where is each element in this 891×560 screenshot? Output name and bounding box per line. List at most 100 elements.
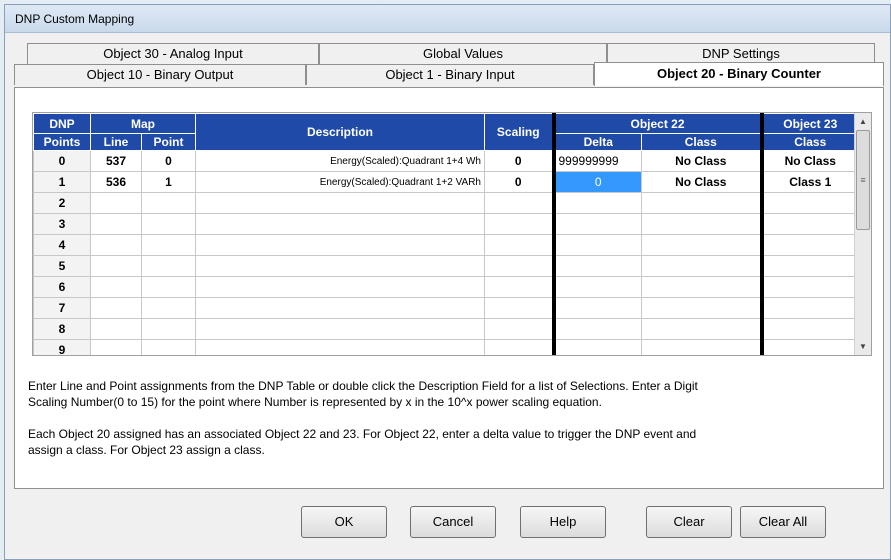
table-row[interactable]: 2	[33, 192, 858, 214]
description-cell[interactable]	[195, 318, 485, 340]
description-cell[interactable]: Energy(Scaled):Quadrant 1+2 VARh	[195, 171, 485, 193]
class-23-cell[interactable]	[761, 234, 858, 256]
tab-dnp-settings[interactable]: DNP Settings	[607, 43, 875, 64]
description-cell[interactable]	[195, 255, 485, 277]
scaling-cell[interactable]	[484, 276, 554, 298]
point-cell[interactable]	[141, 276, 196, 298]
tab-object-20-binary-counter[interactable]: Object 20 - Binary Counter	[594, 62, 884, 86]
table-row[interactable]: 6	[33, 276, 858, 298]
class-22-cell[interactable]	[641, 276, 764, 298]
class-22-cell[interactable]	[641, 213, 764, 235]
table-row[interactable]: 5	[33, 255, 858, 277]
mapping-grid[interactable]: DNP Map Description Scaling Object 22 Ob…	[32, 112, 872, 356]
point-cell[interactable]	[141, 255, 196, 277]
delta-cell[interactable]	[551, 318, 642, 340]
table-row[interactable]: 7	[33, 297, 858, 319]
help-button[interactable]: Help	[520, 506, 606, 538]
clear-all-button[interactable]: Clear All	[740, 506, 826, 538]
description-cell[interactable]	[195, 234, 485, 256]
point-cell[interactable]	[141, 297, 196, 319]
grid-vertical-scrollbar[interactable]: ▲ ≡ ▼	[854, 113, 871, 355]
class-23-cell[interactable]	[761, 297, 858, 319]
table-row[interactable]: 1 536 1 Energy(Scaled):Quadrant 1+2 VARh 0 0 N…	[33, 171, 858, 193]
scaling-cell[interactable]	[484, 192, 554, 214]
description-cell[interactable]	[195, 276, 485, 298]
line-cell[interactable]	[90, 234, 142, 256]
scaling-cell[interactable]	[484, 339, 554, 355]
tab-object-10-binary-output[interactable]: Object 10 - Binary Output	[14, 64, 306, 85]
delta-cell[interactable]: 999999999	[551, 150, 642, 172]
scaling-cell[interactable]	[484, 234, 554, 256]
class-22-cell[interactable]	[641, 234, 764, 256]
class-22-cell[interactable]: No Class	[641, 150, 764, 172]
point-cell[interactable]: 1	[141, 171, 196, 193]
scroll-up-icon[interactable]: ▲	[855, 113, 871, 130]
scroll-thumb[interactable]: ≡	[856, 130, 870, 230]
ok-button[interactable]: OK	[301, 506, 387, 538]
description-cell[interactable]	[195, 339, 485, 355]
scaling-cell[interactable]	[484, 318, 554, 340]
class-22-cell[interactable]	[641, 255, 764, 277]
point-cell[interactable]: 0	[141, 150, 196, 172]
class-22-cell[interactable]	[641, 318, 764, 340]
description-cell[interactable]	[195, 297, 485, 319]
instructions-line-1: Enter Line and Point assignments from th…	[28, 379, 698, 393]
title-bar[interactable]: DNP Custom Mapping	[5, 5, 890, 33]
class-23-cell[interactable]	[761, 213, 858, 235]
point-cell[interactable]	[141, 339, 196, 355]
scaling-cell[interactable]	[484, 255, 554, 277]
table-row[interactable]: 9	[33, 339, 858, 355]
delta-cell[interactable]	[551, 339, 642, 355]
table-row[interactable]: 3	[33, 213, 858, 235]
delta-cell[interactable]	[551, 234, 642, 256]
class-22-cell[interactable]	[641, 192, 764, 214]
class-23-cell[interactable]	[761, 192, 858, 214]
class-23-cell[interactable]	[761, 255, 858, 277]
description-cell[interactable]	[195, 192, 485, 214]
line-cell[interactable]	[90, 276, 142, 298]
description-cell[interactable]	[195, 213, 485, 235]
point-cell[interactable]	[141, 318, 196, 340]
class-23-cell[interactable]	[761, 276, 858, 298]
table-row[interactable]: 0 537 0 Energy(Scaled):Quadrant 1+4 Wh 0 9999…	[33, 150, 858, 172]
delta-cell[interactable]	[551, 276, 642, 298]
point-cell[interactable]	[141, 234, 196, 256]
scaling-cell[interactable]: 0	[484, 171, 554, 193]
delta-cell[interactable]	[551, 192, 642, 214]
line-cell[interactable]: 537	[90, 150, 142, 172]
class-23-cell[interactable]: Class 1	[761, 171, 858, 193]
class-23-cell[interactable]: No Class	[761, 150, 858, 172]
point-cell[interactable]	[141, 213, 196, 235]
scaling-cell[interactable]	[484, 297, 554, 319]
tab-object-30-analog-input[interactable]: Object 30 - Analog Input	[27, 43, 319, 64]
scaling-cell[interactable]	[484, 213, 554, 235]
delta-cell[interactable]	[551, 297, 642, 319]
table-row[interactable]: 4	[33, 234, 858, 256]
line-cell[interactable]	[90, 318, 142, 340]
line-cell[interactable]	[90, 192, 142, 214]
description-cell[interactable]: Energy(Scaled):Quadrant 1+4 Wh	[195, 150, 485, 172]
line-cell[interactable]: 536	[90, 171, 142, 193]
table-row[interactable]: 8	[33, 318, 858, 340]
scaling-cell[interactable]: 0	[484, 150, 554, 172]
clear-button[interactable]: Clear	[646, 506, 732, 538]
line-cell[interactable]	[90, 255, 142, 277]
delta-cell[interactable]: 0	[551, 171, 642, 193]
scroll-down-icon[interactable]: ▼	[855, 338, 871, 355]
class-23-cell[interactable]	[761, 318, 858, 340]
tab-global-values[interactable]: Global Values	[319, 43, 607, 64]
class-23-cell[interactable]	[761, 339, 858, 355]
tab-object-1-binary-input[interactable]: Object 1 - Binary Input	[306, 64, 594, 85]
header-dnp: DNP	[33, 113, 91, 134]
delta-cell[interactable]	[551, 213, 642, 235]
class-22-cell[interactable]	[641, 297, 764, 319]
point-cell[interactable]	[141, 192, 196, 214]
delta-cell[interactable]	[551, 255, 642, 277]
line-cell[interactable]	[90, 213, 142, 235]
cancel-button[interactable]: Cancel	[410, 506, 496, 538]
header-description[interactable]: Description	[195, 113, 485, 151]
line-cell[interactable]	[90, 297, 142, 319]
class-22-cell[interactable]	[641, 339, 764, 355]
class-22-cell[interactable]: No Class	[641, 171, 764, 193]
line-cell[interactable]	[90, 339, 142, 355]
